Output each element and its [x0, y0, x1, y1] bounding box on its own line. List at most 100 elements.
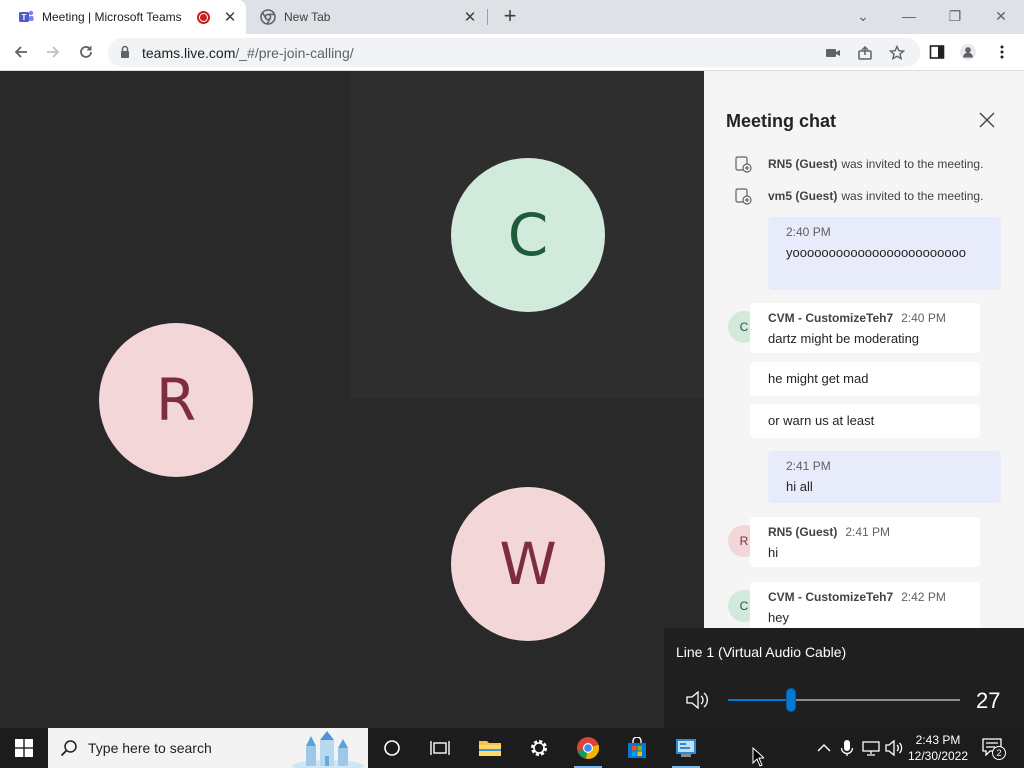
message-text: hi all — [786, 479, 813, 494]
chat-panel-title: Meeting chat — [726, 111, 837, 131]
tab-teams-meeting[interactable]: T Meeting | Microsoft Teams ✕ — [0, 0, 246, 34]
cortana-button[interactable] — [368, 728, 416, 768]
sender-name: CVM - CustomizeTeh7 — [768, 590, 894, 604]
participant-tile[interactable]: C — [351, 71, 704, 399]
close-chat-icon[interactable] — [978, 111, 996, 129]
browser-toolbar: teams.live.com/_#/pre-join-calling/ — [0, 34, 1024, 71]
chat-message[interactable]: RN5 (Guest) 2:41 PM hi — [750, 517, 980, 567]
arrow-right-icon — [47, 46, 60, 58]
chrome-icon — [260, 9, 276, 25]
message-time: 2:40 PM — [901, 311, 946, 325]
user-added-icon — [735, 156, 752, 173]
action-center-button[interactable]: 2 — [982, 738, 1006, 760]
participant-tile[interactable]: W — [351, 399, 704, 728]
chrome-icon — [577, 737, 600, 759]
microphone-icon[interactable] — [837, 738, 857, 758]
chat-message[interactable]: CVM - CustomizeTeh7 2:40 PM dartz might b… — [750, 303, 980, 353]
chat-message[interactable]: CVM - CustomizeTeh7 2:42 PM hey — [750, 582, 980, 632]
tab-search-chevron-down-icon[interactable]: ⌄ — [848, 4, 878, 28]
forward-button[interactable] — [41, 40, 65, 64]
more-menu-icon[interactable] — [994, 44, 1010, 60]
profile-avatar-icon[interactable] — [960, 44, 976, 60]
gear-icon — [531, 740, 547, 756]
audio-device-name[interactable]: Line 1 (Virtual Audio Cable) — [676, 644, 846, 660]
tab-title: New Tab — [284, 10, 331, 24]
volume-flyout: Line 1 (Virtual Audio Cable) 27 — [664, 628, 1024, 728]
control-panel-icon — [676, 739, 696, 757]
tab-title: Meeting | Microsoft Teams — [42, 10, 182, 24]
message-text: dartz might be moderating — [768, 331, 920, 346]
system-message-text: was invited to the meeting. — [841, 189, 984, 203]
reload-button[interactable] — [74, 40, 98, 64]
participant-avatar: C — [451, 158, 605, 312]
lock-icon[interactable] — [120, 45, 130, 59]
url-path: /_#/pre-join-calling/ — [235, 45, 354, 61]
volume-slider-thumb[interactable] — [786, 688, 796, 712]
search-placeholder: Type here to search — [88, 740, 212, 756]
cortana-circle-icon — [384, 740, 400, 756]
speaker-icon[interactable] — [884, 738, 904, 758]
side-panel-icon[interactable] — [929, 44, 945, 60]
volume-slider[interactable] — [728, 688, 960, 712]
participant-tile[interactable]: R — [0, 71, 351, 728]
message-time: 2:41 PM — [786, 459, 831, 473]
close-window-button[interactable]: ✕ — [986, 4, 1016, 28]
tab-new-tab[interactable]: New Tab ✕ — [250, 0, 486, 34]
message-text: yoooooooooooooooooooooooo — [786, 245, 967, 260]
start-button[interactable] — [0, 728, 48, 768]
notification-count-badge: 2 — [992, 746, 1006, 760]
mouse-pointer-icon — [752, 747, 764, 767]
volume-slider-fill — [728, 699, 791, 701]
settings-button[interactable] — [515, 728, 563, 768]
share-icon[interactable] — [857, 45, 873, 61]
taskbar-clock[interactable]: 2:43 PM 12/30/2022 — [906, 732, 970, 764]
reload-icon — [80, 46, 92, 58]
clock-date: 12/30/2022 — [907, 749, 969, 763]
participant-avatar: R — [99, 323, 253, 477]
file-explorer-button[interactable] — [466, 728, 514, 768]
task-view-icon — [430, 741, 450, 755]
chat-message[interactable]: or warn us at least — [750, 404, 980, 438]
message-time: 2:42 PM — [901, 590, 946, 604]
message-text: hi — [768, 545, 779, 560]
windows-logo-icon — [15, 739, 33, 757]
address-bar[interactable]: teams.live.com/_#/pre-join-calling/ — [108, 38, 920, 67]
clock-time: 2:43 PM — [915, 733, 961, 747]
my-message[interactable]: 2:40 PM yoooooooooooooooooooooooo — [768, 217, 1001, 290]
bookmark-star-icon[interactable] — [889, 45, 905, 61]
microsoft-store-button[interactable] — [613, 728, 661, 768]
new-tab-button[interactable]: + — [498, 4, 522, 28]
url-text[interactable]: teams.live.com/_#/pre-join-calling/ — [142, 45, 354, 61]
message-time: 2:41 PM — [845, 525, 891, 539]
camera-in-use-icon[interactable] — [825, 45, 841, 61]
task-view-button[interactable] — [416, 728, 464, 768]
url-host: teams.live.com — [142, 45, 236, 61]
search-highlight-castle-icon — [292, 731, 364, 768]
svg-text:T: T — [22, 13, 27, 22]
system-message: RN5 (Guest) was invited to the meeting. — [734, 155, 983, 173]
meeting-stage: R C W — [0, 71, 704, 728]
minimize-button[interactable]: — — [894, 4, 924, 28]
my-message[interactable]: 2:41 PM hi all — [768, 451, 1001, 503]
user-added-icon — [735, 188, 752, 205]
speaker-icon[interactable] — [684, 688, 712, 712]
control-panel-button[interactable] — [662, 728, 710, 768]
teams-icon: T — [19, 10, 34, 22]
close-tab-icon[interactable]: ✕ — [222, 8, 238, 26]
recording-indicator-icon — [197, 10, 210, 24]
chat-message[interactable]: he might get mad — [750, 362, 980, 396]
back-button[interactable] — [9, 40, 33, 64]
arrow-left-icon — [14, 46, 27, 58]
volume-level: 27 — [976, 688, 1001, 713]
network-icon[interactable] — [861, 738, 881, 758]
system-message-name: vm5 (Guest) — [768, 189, 838, 203]
system-message-name: RN5 (Guest) — [768, 157, 838, 171]
tab-separator — [487, 9, 488, 25]
chrome-taskbar-button[interactable] — [564, 728, 612, 768]
chevron-up-icon[interactable] — [814, 738, 834, 758]
message-time: 2:40 PM — [786, 225, 831, 239]
search-icon — [60, 740, 77, 757]
taskbar-search-box[interactable]: Type here to search — [48, 728, 368, 768]
close-tab-icon[interactable]: ✕ — [462, 8, 478, 26]
restore-button[interactable]: ❐ — [940, 4, 970, 28]
